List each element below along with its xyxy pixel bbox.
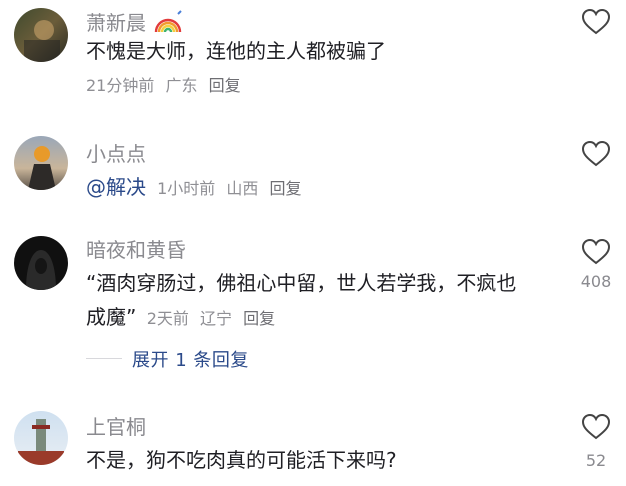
heart-outline-icon[interactable] [581,238,611,266]
avatar[interactable] [14,236,68,290]
timestamp: 21分钟前 [86,76,155,95]
location: 广东 [165,76,198,95]
avatar[interactable] [14,136,68,190]
heart-outline-icon[interactable] [581,140,611,168]
comment-text: “酒肉穿肠过，佛祖心中留，世人若学我，不疯也 [86,266,556,300]
expand-replies-button[interactable]: 展开 1 条回复 [132,346,249,372]
timestamp: 1小时前 [157,179,216,198]
comment-meta: 2天前 辽宁 回复 [147,309,275,328]
timestamp: 2天前 [146,309,189,328]
avatar[interactable] [14,411,68,465]
reply-button[interactable]: 回复 [269,179,301,198]
username[interactable]: 小点点 [86,142,146,166]
username[interactable]: 暗夜和黄昏 [86,238,186,262]
location: 山西 [226,179,259,198]
comment-text: 不愧是大师，连他的主人都被骗了 [86,39,386,63]
username[interactable]: 萧新晨 [86,11,146,35]
reply-button[interactable]: 回复 [209,76,241,95]
avatar[interactable] [14,8,68,62]
comment-text: 不是，狗不吃肉真的可能活下来吗? [86,448,397,472]
comment-text-tail: 成魔” 2天前 辽宁 回复 [86,300,275,336]
heart-outline-icon[interactable] [581,413,611,441]
reply-button[interactable]: 回复 [243,309,275,328]
comment-meta: @解决 1小时前 山西 回复 [86,174,308,202]
username[interactable]: 上官桐 [86,415,146,439]
comment-meta: 21分钟前 广东 回复 [86,76,247,96]
comment-item: 小点点 @解决 1小时前 山西 回复 [0,130,626,220]
comment-item: 上官桐 不是，狗不吃肉真的可能活下来吗? 52 [0,405,626,486]
divider [86,358,122,359]
heart-outline-icon[interactable] [581,8,611,36]
like-count: 408 [580,272,612,291]
comment-item: 暗夜和黄昏 “酒肉穿肠过，佛祖心中留，世人若学我，不疯也 成魔” 2天前 辽宁 … [0,228,626,388]
mention-link[interactable]: @解决 [86,175,146,199]
comment-text-line: 成魔” [86,305,137,329]
like-count: 52 [585,451,607,470]
rainbow-icon [154,10,183,34]
comment-text-line: “酒肉穿肠过，佛祖心中留，世人若学我，不疯也 [86,271,517,295]
location: 辽宁 [200,309,233,328]
comment-item: 萧新晨 不愧是大师，连他的主人都被骗了 21分钟前 广东 回复 [0,0,626,110]
